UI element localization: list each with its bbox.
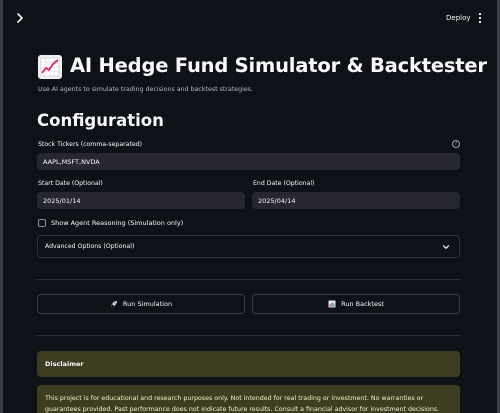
- start-date-input[interactable]: 2025/01/14: [37, 192, 245, 209]
- page-subtitle: Use AI agents to simulate trading decisi…: [38, 86, 254, 93]
- page-title: AI Hedge Fund Simulator & Backtester: [70, 54, 487, 77]
- disclaimer-body-alert: This project is for educational and rese…: [37, 385, 460, 413]
- run-backtest-label: Run Backtest: [341, 300, 384, 308]
- disclaimer-body: This project is for educational and rese…: [45, 395, 440, 413]
- section-heading: Configuration: [37, 111, 164, 130]
- advanced-options-label: Advanced Options (Optional): [45, 243, 135, 250]
- chart-increasing-icon: [38, 55, 62, 79]
- top-bar: Deploy: [0, 0, 500, 36]
- divider: [37, 335, 460, 336]
- run-simulation-button[interactable]: Run Simulation: [37, 294, 245, 314]
- run-backtest-button[interactable]: Run Backtest: [252, 294, 460, 314]
- deploy-button[interactable]: Deploy: [446, 10, 471, 26]
- kebab-menu-icon[interactable]: [476, 11, 484, 25]
- end-date-input[interactable]: 2025/04/14: [252, 192, 460, 209]
- help-icon[interactable]: ?: [452, 140, 460, 148]
- disclaimer-heading-alert: Disclaimer: [37, 351, 460, 377]
- show-reasoning-checkbox[interactable]: [38, 219, 46, 227]
- run-simulation-label: Run Simulation: [122, 300, 173, 308]
- tickers-input[interactable]: AAPL,MSFT,NVDA: [37, 153, 460, 170]
- show-reasoning-row[interactable]: Show Agent Reasoning (Simulation only): [38, 218, 183, 228]
- advanced-options-expander[interactable]: Advanced Options (Optional): [37, 235, 460, 258]
- start-date-label: Start Date (Optional): [38, 180, 103, 187]
- divider: [37, 279, 460, 280]
- chevron-down-icon: [442, 245, 450, 249]
- window-frame-left: [0, 0, 3, 413]
- disclaimer-heading: Disclaimer: [45, 360, 84, 368]
- chevron-right-icon[interactable]: [13, 11, 27, 25]
- rocket-icon: [110, 301, 117, 307]
- end-date-label: End Date (Optional): [253, 180, 315, 187]
- show-reasoning-label: Show Agent Reasoning (Simulation only): [51, 219, 184, 227]
- tickers-label: Stock Tickers (comma-separated): [38, 141, 143, 148]
- bar-chart-icon: [328, 300, 336, 308]
